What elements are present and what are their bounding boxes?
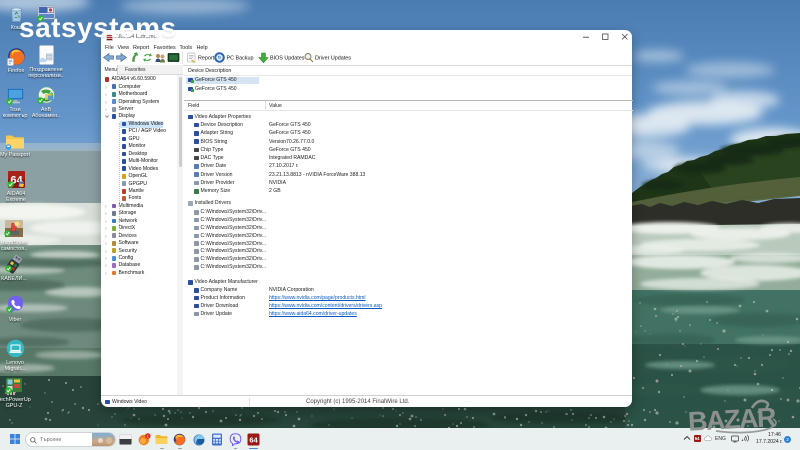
svg-text:PC Backup: PC Backup xyxy=(227,56,254,62)
svg-text:↻: ↻ xyxy=(218,55,222,60)
svg-text:1: 1 xyxy=(147,434,149,438)
svg-text:64: 64 xyxy=(249,435,258,444)
svg-text:Driver Updates: Driver Updates xyxy=(315,56,351,62)
svg-text:BIOS Updates: BIOS Updates xyxy=(270,56,305,62)
svg-text:Report: Report xyxy=(198,56,215,62)
